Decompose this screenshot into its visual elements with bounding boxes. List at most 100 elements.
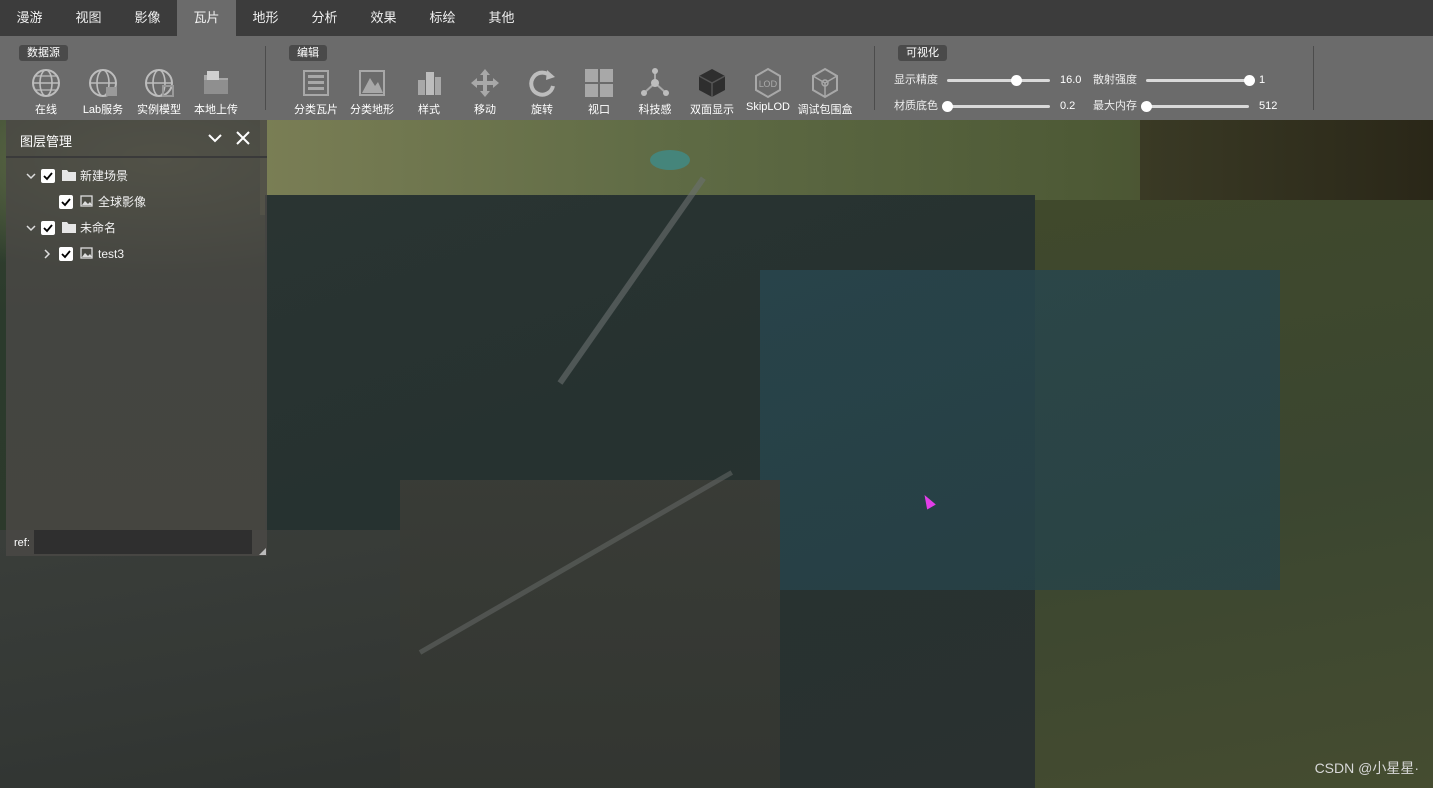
move-arrows-icon <box>471 69 499 97</box>
tool-classify-terrain-label: 分类地形 <box>350 104 394 116</box>
menu-other[interactable]: 其他 <box>472 0 531 36</box>
folder-icon <box>62 222 76 233</box>
slider-scatter-intensity-label: 散射强度 <box>1093 74 1137 86</box>
ribbon-toolbar: 数据源 在线 Lab服务 实例模型 本地上传 编辑 分类瓦片 分类地形 样式 移… <box>0 36 1433 120</box>
resize-grip-icon[interactable] <box>259 548 266 555</box>
slider-scatter-intensity: 散射强度 1 <box>1093 72 1283 88</box>
layer-checkbox[interactable] <box>41 221 55 235</box>
svg-text:LOD: LOD <box>759 80 778 90</box>
tool-style[interactable]: 样式 <box>401 66 457 117</box>
tool-debug-bounding-box-label: 调试包围盒 <box>797 104 853 116</box>
menu-analysis[interactable]: 分析 <box>295 0 354 36</box>
buildings-icon <box>418 72 441 95</box>
tool-rotate[interactable]: 旋转 <box>514 66 570 117</box>
menu-tiles[interactable]: 瓦片 <box>177 0 236 36</box>
slider-display-precision-knob[interactable] <box>1010 75 1022 86</box>
tree-node-label: 未命名 <box>80 221 117 235</box>
lake <box>650 150 690 170</box>
classify-tiles-icon <box>303 70 329 96</box>
globe-model-icon <box>145 69 174 97</box>
tile-layer-mountains <box>760 270 1280 590</box>
tool-classify-tiles-label: 分类瓦片 <box>294 104 338 116</box>
menu-roam[interactable]: 漫游 <box>0 0 59 36</box>
group-label-edit: 编辑 <box>289 45 327 61</box>
bounding-box-icon <box>812 67 838 99</box>
slider-max-memory-label: 最大内存 <box>1093 100 1137 112</box>
group-divider <box>874 46 875 110</box>
image-layer-icon <box>80 247 93 259</box>
image-layer-icon <box>80 195 93 207</box>
folder-icon <box>62 170 76 181</box>
layer-checkbox[interactable] <box>59 247 73 261</box>
tree-node-global-imagery[interactable]: 全球影像 <box>6 192 256 212</box>
slider-material-base-color-value: 0.2 <box>1060 100 1076 112</box>
tool-double-sided[interactable]: 双面显示 <box>684 66 740 117</box>
tree-node-test3[interactable]: test3 <box>6 244 256 264</box>
layer-panel-header: 图层管理 <box>6 120 267 158</box>
chevron-down-icon[interactable] <box>25 222 37 234</box>
cube-icon <box>698 69 726 97</box>
slider-max-memory: 最大内存 512 <box>1093 98 1283 114</box>
chevron-right-icon[interactable] <box>41 248 53 260</box>
tool-local-upload-label: 本地上传 <box>194 104 238 116</box>
tool-online[interactable]: 在线 <box>18 66 74 117</box>
folder-upload-icon <box>204 71 228 94</box>
tool-online-label: 在线 <box>35 104 57 116</box>
ref-input[interactable] <box>34 530 252 554</box>
tool-move[interactable]: 移动 <box>457 66 513 117</box>
tool-move-label: 移动 <box>474 104 496 116</box>
slider-display-precision: 显示精度 16.0 <box>894 72 1084 88</box>
tree-node-unnamed[interactable]: 未命名 <box>6 218 256 238</box>
slider-max-memory-track[interactable] <box>1140 101 1249 112</box>
layer-panel-title: 图层管理 <box>20 134 73 149</box>
group-label-datasource: 数据源 <box>19 45 68 61</box>
menu-view[interactable]: 视图 <box>59 0 118 36</box>
menu-terrain[interactable]: 地形 <box>236 0 295 36</box>
group-divider <box>1313 46 1314 110</box>
chevron-down-icon[interactable] <box>25 170 37 182</box>
menu-effects[interactable]: 效果 <box>354 0 413 36</box>
layer-checkbox[interactable] <box>41 169 55 183</box>
tool-classify-terrain[interactable]: 分类地形 <box>344 66 400 117</box>
collapse-chevron-down-icon[interactable] <box>206 129 224 147</box>
slider-scatter-intensity-track[interactable] <box>1146 75 1255 86</box>
tool-instance-model-label: 实例模型 <box>137 104 181 116</box>
slider-display-precision-track[interactable] <box>947 75 1050 86</box>
tool-viewport[interactable]: 视口 <box>571 66 627 117</box>
tree-node-label: 全球影像 <box>98 195 147 209</box>
tool-skiplod-label: SkipLOD <box>745 101 791 113</box>
slider-material-base-color-track[interactable] <box>941 101 1050 112</box>
classify-terrain-icon <box>359 70 385 96</box>
tool-debug-bounding-box[interactable]: 调试包围盒 <box>797 66 853 117</box>
watermark: CSDN @小星星· <box>1314 760 1419 776</box>
slider-max-memory-value: 512 <box>1259 100 1278 112</box>
slider-material-base-color-label: 材质底色 <box>894 100 938 112</box>
group-label-visualization: 可视化 <box>898 45 947 61</box>
main-menu-bar: 漫游 视图 影像 瓦片 地形 分析 效果 标绘 其他 <box>0 0 1433 36</box>
terrain-imagery-bottom-left <box>0 530 420 788</box>
tree-node-new-scene[interactable]: 新建场景 <box>6 166 256 186</box>
slider-scatter-intensity-value: 1 <box>1259 74 1266 86</box>
lod-icon: LOD <box>755 67 781 99</box>
tool-lab-service-label: Lab服务 <box>82 104 124 116</box>
tool-tech-effect[interactable]: 科技感 <box>627 66 683 117</box>
tool-skiplod[interactable]: LOD SkipLOD <box>740 66 796 113</box>
tool-local-upload[interactable]: 本地上传 <box>188 66 244 117</box>
tech-nodes-icon <box>641 68 669 96</box>
tool-rotate-label: 旋转 <box>531 104 553 116</box>
tool-classify-tiles[interactable]: 分类瓦片 <box>288 66 344 117</box>
slider-material-base-color-knob[interactable] <box>941 101 953 112</box>
tool-double-sided-label: 双面显示 <box>690 104 734 116</box>
slider-max-memory-knob[interactable] <box>1140 101 1152 112</box>
tree-node-label: 新建场景 <box>80 169 129 183</box>
close-icon[interactable] <box>234 129 252 147</box>
tool-lab-service[interactable]: Lab服务 <box>75 66 131 117</box>
tool-tech-effect-label: 科技感 <box>638 104 672 116</box>
tool-instance-model[interactable]: 实例模型 <box>131 66 187 117</box>
menu-imagery[interactable]: 影像 <box>118 0 177 36</box>
layer-checkbox[interactable] <box>59 195 73 209</box>
slider-scatter-intensity-knob[interactable] <box>1243 75 1255 86</box>
menu-plotting[interactable]: 标绘 <box>413 0 472 36</box>
ref-label: ref: <box>14 537 30 549</box>
tool-style-label: 样式 <box>418 104 440 116</box>
